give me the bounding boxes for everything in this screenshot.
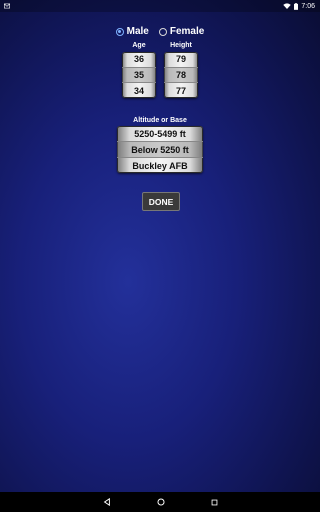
- height-picker[interactable]: 79 78 77: [164, 52, 198, 98]
- battery-icon: [294, 2, 299, 10]
- height-option[interactable]: 77: [164, 83, 198, 98]
- male-radio[interactable]: Male: [115, 26, 149, 37]
- navigation-bar: [0, 492, 320, 512]
- status-right: 7:06: [283, 3, 320, 10]
- altitude-option[interactable]: Buckley AFB: [117, 158, 203, 173]
- altitude-picker[interactable]: 5250-5499 ft Below 5250 ft Buckley AFB: [117, 126, 203, 173]
- male-radio-label: Male: [126, 26, 149, 37]
- recents-icon[interactable]: [211, 499, 218, 506]
- height-option[interactable]: 79: [164, 52, 198, 68]
- status-bar: 7:06: [0, 0, 320, 12]
- female-radio-label: Female: [169, 26, 205, 37]
- radio-unchecked-icon: [158, 27, 167, 36]
- altitude-option-selected[interactable]: Below 5250 ft: [117, 142, 203, 158]
- altitude-option[interactable]: 5250-5499 ft: [117, 126, 203, 142]
- height-option-selected[interactable]: 78: [164, 67, 198, 84]
- sex-radio-group: Male Female: [0, 26, 320, 37]
- mail-icon: [4, 3, 10, 9]
- age-picker[interactable]: 36 35 34: [122, 52, 156, 98]
- status-left: [0, 3, 10, 9]
- status-time: 7:06: [301, 2, 315, 10]
- home-icon[interactable]: [156, 498, 165, 506]
- radio-checked-icon: [115, 27, 124, 36]
- height-label: Height: [170, 42, 192, 49]
- back-icon[interactable]: [103, 498, 111, 506]
- age-option[interactable]: 36: [122, 52, 156, 68]
- age-option-selected[interactable]: 35: [122, 67, 156, 84]
- age-option[interactable]: 34: [122, 83, 156, 98]
- wifi-icon: [283, 3, 292, 9]
- female-radio[interactable]: Female: [158, 26, 205, 37]
- altitude-label: Altitude or Base: [133, 117, 187, 124]
- done-button[interactable]: DONE: [142, 192, 180, 211]
- age-label: Age: [132, 42, 146, 49]
